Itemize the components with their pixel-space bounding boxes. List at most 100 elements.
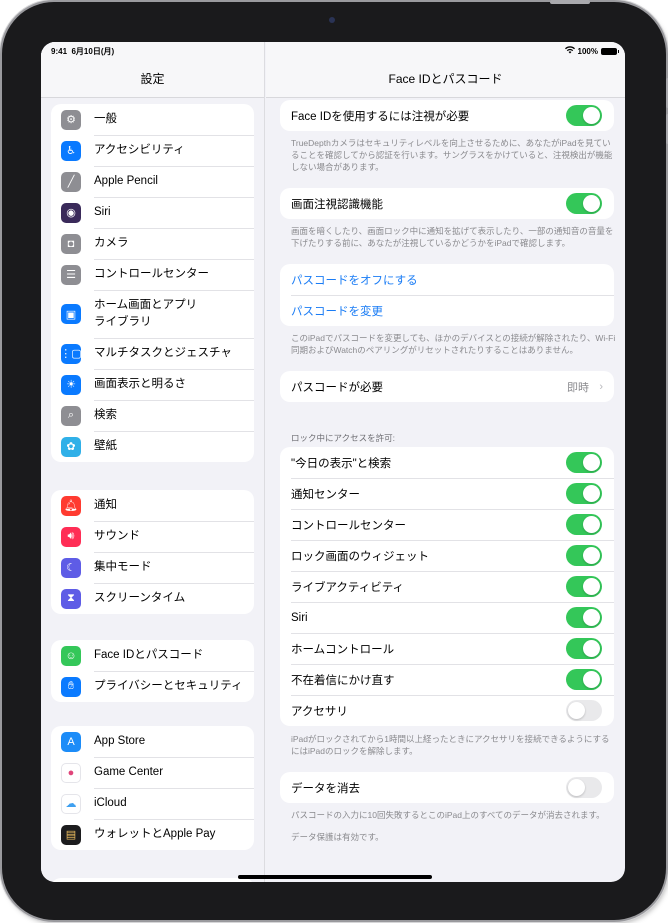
sidebar-item-label: 集中モード [94,561,152,573]
locked-access-row[interactable]: ライブアクティビティ [280,571,614,602]
sidebar-item[interactable]: ☁ iCloud [51,788,254,819]
data-protection-text: データ保護は有効です。 [291,832,384,842]
sidebar-item[interactable]: ☰ コントロールセンター [51,259,254,290]
sidebar-item[interactable]: 🔔︎ 通知 [51,490,254,521]
sidebar-item[interactable]: ☀ 画面表示と明るさ [51,369,254,400]
sidebar-item-label: カメラ [94,237,129,249]
locked-access-group: "今日の表示"と検索 通知センターコントロールセンターロック画面のウィジェット ライ… [280,447,614,726]
sidebar-group: A App Store ● Game Center ☁ iCloud ▤ ウォレットとAppl… [51,726,254,850]
sidebar-item[interactable]: ╱ Apple Pencil [51,166,254,197]
pencil-icon: ╱ [61,171,81,192]
locked-access-toggle[interactable] [566,576,602,597]
siri-icon: ◉ [61,202,81,223]
top-button [550,0,590,4]
sidebar-item[interactable]: ● Game Center [51,757,254,788]
locked-access-toggle[interactable] [566,638,602,659]
wallpaper-flower-icon: ✿ [61,436,81,457]
turn-off-passcode-button[interactable]: パスコードをオフにする [280,264,614,295]
wifi-icon [564,46,575,56]
locked-access-label: ライブアクティビティ [291,581,405,594]
speaker-icon: 🔊︎ [61,526,81,547]
turn-off-passcode-label: パスコードをオフにする [291,274,418,287]
locked-access-label: "今日の表示"と検索 [291,457,392,470]
sidebar-item[interactable]: ♿ アクセシビリティ [51,135,254,166]
sidebar-item[interactable]: ☾ 集中モード [51,552,254,583]
sidebar-item[interactable]: ▦アプリ [51,878,254,882]
sidebar-item-label: 検索 [94,409,117,421]
sidebar-group: 🔔︎ 通知 🔊︎ サウンド ☾ 集中モード ⧗ スクリーンタイム [51,490,254,614]
locked-access-row[interactable]: ホームコントロール [280,633,614,664]
locked-access-toggle[interactable] [566,514,602,535]
locked-access-toggle[interactable] [566,669,602,690]
locked-access-toggle[interactable] [566,545,602,566]
locked-access-row[interactable]: アクセサリ [280,695,614,726]
settings-sidebar: 設定 ⚙ 一般 ♿ アクセシビリティ ╱ Apple Pencil ◉ Siri ◘ カメラ ☰ コン… [41,42,265,882]
sidebar-group: ▦アプリ [51,878,254,882]
locked-access-label: コントロールセンター [291,519,406,532]
attention-aware-row[interactable]: 画面注視認識機能 [280,188,614,219]
sidebar-item-label: 一般 [94,113,117,125]
locked-access-row[interactable]: ロック画面のウィジェット [280,540,614,571]
camera-icon: ◘ [61,233,81,254]
front-camera [329,17,335,23]
change-passcode-button[interactable]: パスコードを変更 [280,295,614,326]
gamecenter-icon: ● [61,762,81,783]
attention-aware-group: 画面注視認識機能 [280,188,614,219]
sidebar-item-label: Face IDとパスコード [94,649,204,661]
erase-data-group: データを消去 [280,772,614,803]
sidebar-item-label: サウンド [94,530,140,542]
attention-required-toggle[interactable] [566,105,602,126]
sidebar-item[interactable]: ◘ カメラ [51,228,254,259]
sidebar-item-label: プライバシーとセキュリティ [94,680,243,692]
home-indicator[interactable] [238,875,432,879]
sidebar-item-label: Game Center [94,766,164,778]
hand-icon: ✋︎ [61,676,81,697]
detail-title: Face IDとパスコード [388,72,503,86]
sidebar-item[interactable]: 🔊︎ サウンド [51,521,254,552]
locked-access-row[interactable]: コントロールセンター [280,509,614,540]
sidebar-item[interactable]: ☺ Face IDとパスコード [51,640,254,671]
locked-access-toggle[interactable] [566,452,602,473]
locked-access-row[interactable]: Siri [280,602,614,633]
sidebar-title: 設定 [140,72,165,86]
sidebar-item[interactable]: ✋︎ プライバシーとセキュリティ [51,671,254,702]
erase-footer: パスコードの入力に10回失敗するとこのiPad上のすべてのデータが消去されます。 [291,810,605,820]
battery-icon [601,47,619,55]
require-passcode-label: パスコードが必要 [291,381,383,394]
locked-access-toggle[interactable] [566,483,602,504]
locked-access-toggle[interactable] [566,607,602,628]
locked-access-label: 通知センター [291,488,360,501]
locked-access-row[interactable]: 不在着信にかけ直す [280,664,614,695]
locked-access-label: Siri [291,611,308,624]
sidebar-item[interactable]: ✿ 壁紙 [51,431,254,462]
sidebar-item[interactable]: ◉ Siri [51,197,254,228]
erase-data-toggle[interactable] [566,777,602,798]
sidebar-item-label: 通知 [94,499,117,511]
passcode-group: パスコードをオフにする パスコードを変更 [280,264,614,326]
sidebar-item[interactable]: ⋮▢ マルチタスクとジェスチャ [51,338,254,369]
require-passcode-group: パスコードが必要 即時 › [280,371,614,402]
sidebar-item[interactable]: ⌕ 検索 [51,400,254,431]
locked-access-row[interactable]: 通知センター [280,478,614,509]
sidebar-item-label: Siri [94,206,111,218]
attention-aware-toggle[interactable] [566,193,602,214]
locked-access-row[interactable]: "今日の表示"と検索 [280,447,614,478]
battery-percent: 100% [577,46,598,56]
sidebar-item[interactable]: ⚙ 一般 [51,104,254,135]
erase-data-label: データを消去 [291,782,360,795]
attention-required-row[interactable]: Face IDを使用するには注視が必要 [280,100,614,131]
sidebar-item[interactable]: ▤ ウォレットとApple Pay [51,819,254,850]
home-screen-icon: ▣ [61,304,81,324]
sidebar-group: ⚙ 一般 ♿ アクセシビリティ ╱ Apple Pencil ◉ Siri ◘ カメラ ☰ コントロー… [51,104,254,462]
require-passcode-row[interactable]: パスコードが必要 即時 › [280,371,614,402]
erase-data-row[interactable]: データを消去 [280,772,614,803]
sidebar-item[interactable]: A App Store [51,726,254,757]
attention-aware-label: 画面注視認識機能 [291,198,383,211]
sidebar-item[interactable]: ▣ ホーム画面とアプリ ライブラリ [51,290,254,338]
ipad-frame: 9:41 6月10日(月) 100% 設定 ⚙ 一般 ♿ アクセシビリティ ╱ Apple… [2,0,668,920]
accessories-footer: iPadがロックされてから1時間以上経ったときにアクセサリを接続できるようにする… [291,734,610,756]
sidebar-item[interactable]: ⧗ スクリーンタイム [51,583,254,614]
attention-aware-footer: 画面を暗くしたり、画面ロック中に通知を拡げて表示したり、一部の通知音の音量を下げ… [291,226,614,248]
locked-access-toggle[interactable] [566,700,602,721]
locked-access-label: ロック画面のウィジェット [291,550,429,563]
